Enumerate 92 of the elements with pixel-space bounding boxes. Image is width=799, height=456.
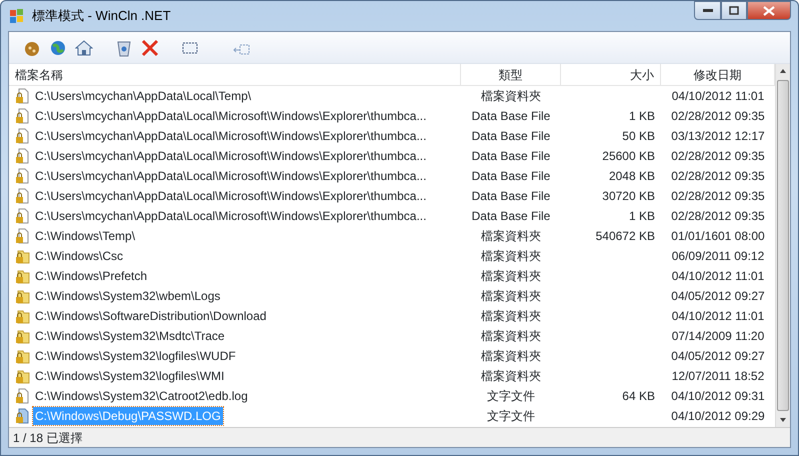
file-path[interactable]: C:\Windows\System32\Catroot2\edb.log bbox=[33, 387, 250, 405]
modified-date: 02/28/2012 09:35 bbox=[670, 108, 766, 125]
locked-file-icon bbox=[15, 208, 30, 224]
file-type: Data Base File bbox=[470, 148, 552, 165]
maximize-icon bbox=[729, 6, 739, 15]
locked-file-icon bbox=[15, 228, 30, 244]
file-size: 1 KB bbox=[628, 108, 656, 125]
file-type: 檔案資料夾 bbox=[480, 288, 542, 305]
minimize-icon bbox=[702, 8, 712, 12]
modified-date: 04/10/2012 09:29 bbox=[670, 408, 766, 425]
modified-date: 02/28/2012 09:35 bbox=[670, 148, 766, 165]
scrollbar[interactable] bbox=[775, 64, 790, 427]
modified-date: 04/10/2012 11:01 bbox=[670, 268, 766, 285]
file-type: Data Base File bbox=[470, 128, 552, 145]
modified-date: 03/13/2012 12:17 bbox=[670, 128, 766, 145]
file-type: 檔案資料夾 bbox=[480, 328, 542, 345]
modified-date: 02/28/2012 09:35 bbox=[670, 188, 766, 205]
file-path[interactable]: C:\Windows\Prefetch bbox=[33, 267, 150, 285]
modified-date: 04/10/2012 11:01 bbox=[670, 308, 766, 325]
locked-folder-icon bbox=[15, 288, 30, 304]
file-path[interactable]: C:\Users\mcychan\AppData\Local\Microsoft\Windows\Explorer\thumbca... bbox=[33, 127, 428, 145]
file-size: 25600 KB bbox=[601, 148, 656, 165]
file-type: Data Base File bbox=[470, 188, 552, 205]
locked-folder-icon bbox=[15, 308, 30, 324]
close-button[interactable] bbox=[747, 1, 791, 20]
locked-file-icon bbox=[15, 168, 30, 184]
file-path[interactable]: C:\Windows\System32\logfiles\WMI bbox=[33, 367, 226, 385]
file-path[interactable]: C:\Windows\SoftwareDistribution\Download bbox=[33, 307, 268, 325]
home-icon[interactable] bbox=[75, 38, 93, 56]
file-size: 64 KB bbox=[621, 388, 656, 405]
locked-folder-icon bbox=[15, 268, 30, 284]
modified-date: 01/01/1601 08:00 bbox=[670, 228, 766, 245]
status-text: 1 / 18 已選擇 bbox=[13, 430, 82, 446]
file-size: 540672 KB bbox=[594, 228, 656, 245]
locked-file-icon bbox=[15, 188, 30, 204]
minimize-button[interactable] bbox=[694, 1, 721, 20]
globe-icon[interactable] bbox=[49, 38, 67, 56]
column-header[interactable]: 大小 bbox=[561, 64, 661, 85]
file-type: 文字文件 bbox=[486, 408, 536, 425]
file-type: 檔案資料夾 bbox=[480, 228, 542, 245]
file-size: 1 KB bbox=[628, 208, 656, 225]
file-type: 檔案資料夾 bbox=[480, 268, 542, 285]
column-header[interactable]: 檔案名稱 bbox=[9, 64, 461, 85]
locked-folder-icon bbox=[15, 248, 30, 264]
locked-folder-icon bbox=[15, 328, 30, 344]
modified-date: 06/09/2011 09:12 bbox=[670, 248, 766, 265]
file-path[interactable]: C:\Users\mcychan\AppData\Local\Microsoft\Windows\Explorer\thumbca... bbox=[33, 147, 428, 165]
recycle-bin-icon[interactable] bbox=[115, 38, 133, 56]
file-size: 2048 KB bbox=[608, 168, 656, 185]
file-type: 檔案資料夾 bbox=[480, 348, 542, 365]
file-path[interactable]: C:\Windows\Csc bbox=[33, 247, 126, 265]
file-type: 文字文件 bbox=[486, 388, 536, 405]
file-type: Data Base File bbox=[470, 208, 552, 225]
file-size: 50 KB bbox=[621, 128, 656, 145]
modified-date: 02/28/2012 09:35 bbox=[670, 168, 766, 185]
file-type: 檔案資料夾 bbox=[480, 308, 542, 325]
locked-folder-icon bbox=[15, 368, 30, 384]
file-path[interactable]: C:\Users\mcychan\AppData\Local\Temp\ bbox=[33, 87, 254, 105]
app-icon bbox=[8, 7, 26, 25]
modified-date: 04/10/2012 11:01 bbox=[670, 88, 766, 105]
locked-file-icon bbox=[15, 388, 30, 404]
modified-date: 04/10/2012 09:31 bbox=[670, 388, 766, 405]
locked-file-icon bbox=[15, 128, 30, 144]
file-path[interactable]: C:\Users\mcychan\AppData\Local\Microsoft\Windows\Explorer\thumbca... bbox=[33, 167, 428, 185]
file-type: Data Base File bbox=[470, 108, 552, 125]
locked-file-icon bbox=[15, 108, 30, 124]
file-path[interactable]: C:\Users\mcychan\AppData\Local\Microsoft\Windows\Explorer\thumbca... bbox=[33, 207, 428, 225]
locked-file-icon bbox=[15, 148, 30, 164]
locked-file-icon bbox=[15, 88, 30, 104]
modified-date: 12/07/2011 18:52 bbox=[670, 368, 766, 385]
modified-date: 02/28/2012 09:35 bbox=[670, 208, 766, 225]
file-path[interactable]: C:\Users\mcychan\AppData\Local\Microsoft\Windows\Explorer\thumbca... bbox=[33, 187, 428, 205]
delete-icon[interactable] bbox=[141, 38, 159, 56]
file-path[interactable]: C:\Users\mcychan\AppData\Local\Microsoft\Windows\Explorer\thumbca... bbox=[33, 107, 428, 125]
file-type: 檔案資料夾 bbox=[480, 88, 542, 105]
modified-date: 04/05/2012 09:27 bbox=[670, 348, 766, 365]
window-title: 標準模式 - WinCln .NET bbox=[32, 7, 171, 26]
file-size: 30720 KB bbox=[601, 188, 656, 205]
file-path[interactable]: C:\Windows\System32\logfiles\WUDF bbox=[33, 347, 238, 365]
maximize-button[interactable] bbox=[721, 1, 747, 20]
file-type: Data Base File bbox=[470, 168, 552, 185]
file-path[interactable]: C:\Windows\Temp\ bbox=[33, 227, 138, 245]
locked-folder-icon bbox=[15, 348, 30, 364]
column-header[interactable]: 類型 bbox=[461, 64, 561, 85]
file-type: 檔案資料夾 bbox=[480, 368, 542, 385]
file-type: 檔案資料夾 bbox=[480, 248, 542, 265]
file-path[interactable]: C:\Windows\System32\wbem\Logs bbox=[33, 287, 222, 305]
close-icon bbox=[763, 6, 775, 16]
locked-file-icon bbox=[15, 408, 30, 424]
modified-date: 04/05/2012 09:27 bbox=[670, 288, 766, 305]
file-path[interactable]: C:\Windows\System32\Msdtc\Trace bbox=[33, 327, 227, 345]
modified-date: 07/14/2009 11:20 bbox=[670, 328, 766, 345]
